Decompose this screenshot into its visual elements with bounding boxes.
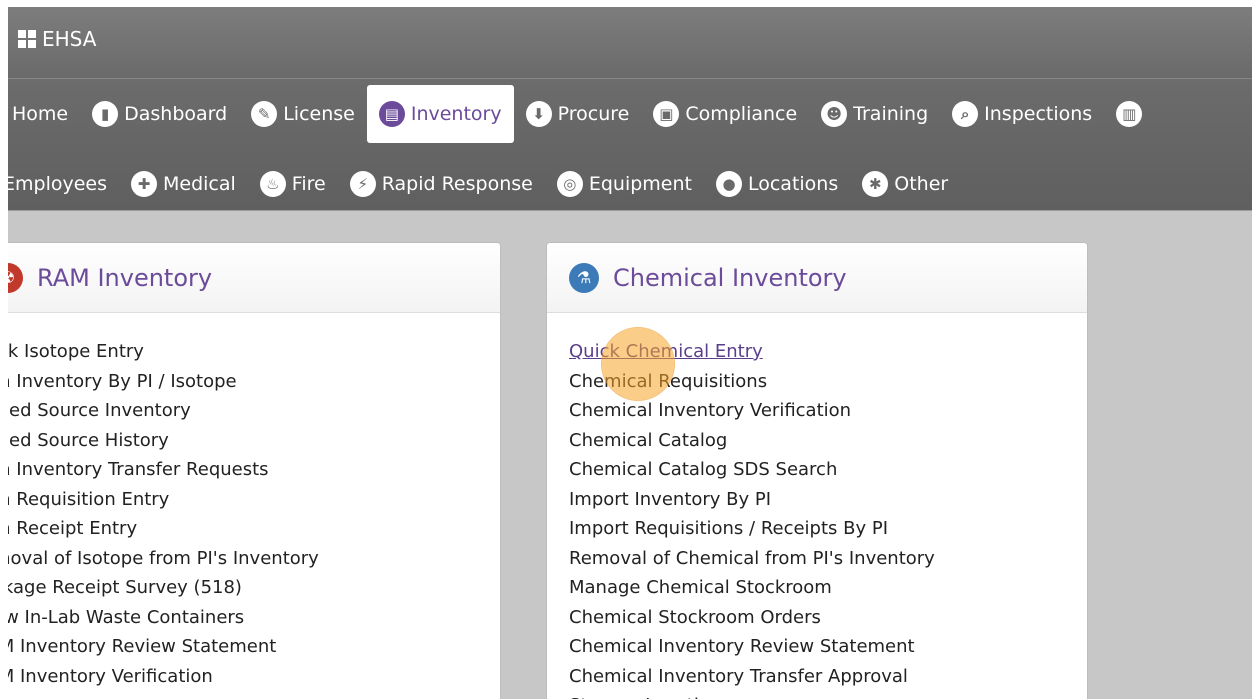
- panel-link[interactable]: Import Requisitions / Receipts By PI: [569, 514, 1087, 544]
- nav-item-compliance[interactable]: ▣ Compliance: [641, 86, 809, 142]
- panel-link[interactable]: Chemical Stockroom Orders: [569, 603, 1087, 633]
- asterisk-icon: ✱: [862, 171, 889, 197]
- nav-item-license[interactable]: ✎ License: [239, 86, 367, 142]
- panel-link[interactable]: Chemical Inventory Transfer Approval: [569, 662, 1087, 692]
- chem-panel-header: ⚗ Chemical Inventory: [547, 243, 1087, 313]
- nav-item-locations[interactable]: ● Locations: [704, 156, 850, 212]
- panel-link[interactable]: .M Inventory Review Statement: [8, 632, 500, 662]
- panel-link[interactable]: aled Source Inventory: [8, 396, 500, 426]
- medical-cross-icon: ✚: [131, 171, 157, 197]
- trash-icon: ▥: [1116, 101, 1143, 127]
- panel-link[interactable]: ew In-Lab Waste Containers: [8, 603, 500, 633]
- nav-item-other[interactable]: ✱ Other: [850, 156, 960, 212]
- nav-label: Dashboard: [124, 103, 228, 125]
- panel-link[interactable]: m Receipt Entry: [8, 514, 500, 544]
- chem-panel-title: Chemical Inventory: [613, 263, 847, 292]
- panel-link[interactable]: .M Inventory Verification: [8, 662, 500, 692]
- ram-link-list: ick Isotope Entry m Inventory By PI / Iso…: [8, 313, 500, 691]
- nav-label: Equipment: [588, 173, 692, 195]
- app-title: EHSA: [42, 27, 97, 51]
- inventory-icon: ▤: [378, 101, 405, 127]
- nav-item-training[interactable]: ☻ Training: [809, 86, 940, 142]
- nav-item-medical[interactable]: ✚ Medical: [119, 156, 248, 212]
- nav-label: Locations: [747, 173, 839, 195]
- radiation-icon: ☢: [8, 262, 23, 293]
- nav-item-dashboard[interactable]: ▮ Dashboard: [80, 86, 239, 142]
- panel-link[interactable]: Storage Location: [569, 691, 1087, 699]
- panel-link[interactable]: m Inventory Transfer Requests: [8, 455, 500, 485]
- panel-link[interactable]: ick Isotope Entry: [8, 337, 500, 367]
- nav-label: Employees: [8, 173, 107, 195]
- nav-label: Inventory: [410, 103, 502, 125]
- panel-link[interactable]: ckage Receipt Survey (518): [8, 573, 500, 603]
- panel-link[interactable]: Chemical Catalog SDS Search: [569, 455, 1087, 485]
- nav-label: Training: [853, 103, 929, 125]
- nav-label: Procure: [557, 103, 630, 125]
- panel-link[interactable]: Chemical Requisitions: [569, 367, 1087, 397]
- panel-link[interactable]: Chemical Inventory Review Statement: [569, 632, 1087, 662]
- chem-link-list: Quick Chemical Entry Chemical Requisition…: [547, 313, 1087, 699]
- nav-item-equipment[interactable]: ◎ Equipment: [545, 156, 704, 212]
- panel-link[interactable]: Chemical Catalog: [569, 426, 1087, 456]
- fire-icon: ♨: [259, 171, 286, 197]
- ram-panel-header: ☢ RAM Inventory: [8, 243, 500, 313]
- nav-label: License: [283, 103, 355, 125]
- chemical-inventory-panel: ⚗ Chemical Inventory Quick Chemical Entr…: [546, 242, 1088, 699]
- ram-inventory-panel: ☢ RAM Inventory ick Isotope Entrym Inven…: [8, 242, 501, 699]
- nav-row-1: Home ▮ Dashboard ✎ License ▤ Inventory ⬇ Procure…: [8, 85, 1160, 143]
- dashboard-icon: ▮: [92, 101, 119, 127]
- nav-item-rapid-response[interactable]: ⚡ Rapid Response: [338, 156, 545, 212]
- nav-item-home[interactable]: Home: [8, 86, 80, 142]
- panel-link[interactable]: Removal of Chemical from PI's Inventory: [569, 544, 1087, 574]
- panel-link[interactable]: m Requisition Entry: [8, 485, 500, 515]
- download-arrow-icon: ⬇: [525, 101, 552, 127]
- panel-link[interactable]: Import Inventory By PI: [569, 485, 1087, 515]
- nav-item-more[interactable]: ▥: [1104, 86, 1160, 142]
- main-nav: Home ▮ Dashboard ✎ License ▤ Inventory ⬇ Procure…: [8, 79, 1252, 211]
- nav-label: Fire: [291, 173, 326, 195]
- nav-item-inventory[interactable]: ▤ Inventory: [366, 85, 514, 143]
- nav-item-inspections[interactable]: ⌕ Inspections: [940, 86, 1104, 142]
- panel-link[interactable]: moval of Isotope from PI's Inventory: [8, 544, 500, 574]
- nav-item-employees[interactable]: Employees: [8, 156, 119, 212]
- location-pin-icon: ●: [715, 171, 742, 197]
- panel-link[interactable]: aled Source History: [8, 426, 500, 456]
- nav-label: Other: [894, 173, 949, 195]
- panel-link[interactable]: Quick Chemical Entry: [569, 337, 1087, 367]
- nav-item-procure[interactable]: ⬇ Procure: [514, 86, 642, 142]
- trainee-icon: ☻: [821, 101, 848, 127]
- nav-row-2: Employees ✚ Medical ♨ Fire ⚡ Rapid Response ◎ Eq…: [8, 156, 960, 212]
- wrench-icon: ✎: [251, 101, 278, 127]
- panel-link[interactable]: Manage Chemical Stockroom: [569, 573, 1087, 603]
- flask-icon: ⚗: [569, 262, 599, 293]
- top-bar: EHSA: [8, 7, 1252, 79]
- app-brand[interactable]: EHSA: [18, 27, 96, 51]
- app-window: EHSA Home ▮ Dashboard ✎ License ▤ Inventory ⬇ Pr…: [8, 7, 1252, 699]
- nav-label: Medical: [163, 173, 236, 195]
- panel-link[interactable]: m Inventory By PI / Isotope: [8, 367, 500, 397]
- clipboard-icon: ▣: [653, 101, 680, 127]
- nav-item-fire[interactable]: ♨ Fire: [248, 156, 338, 212]
- panel-link[interactable]: Chemical Inventory Verification: [569, 396, 1087, 426]
- nav-label: Compliance: [685, 103, 798, 125]
- nav-label: Rapid Response: [381, 173, 533, 195]
- apps-grid-icon: [18, 30, 36, 48]
- magnifier-icon: ⌕: [952, 101, 979, 127]
- nav-label: Home: [12, 103, 69, 125]
- nav-label: Inspections: [984, 103, 1093, 125]
- lightning-icon: ⚡: [349, 171, 376, 197]
- gauge-icon: ◎: [556, 171, 583, 197]
- ram-panel-title: RAM Inventory: [37, 263, 213, 292]
